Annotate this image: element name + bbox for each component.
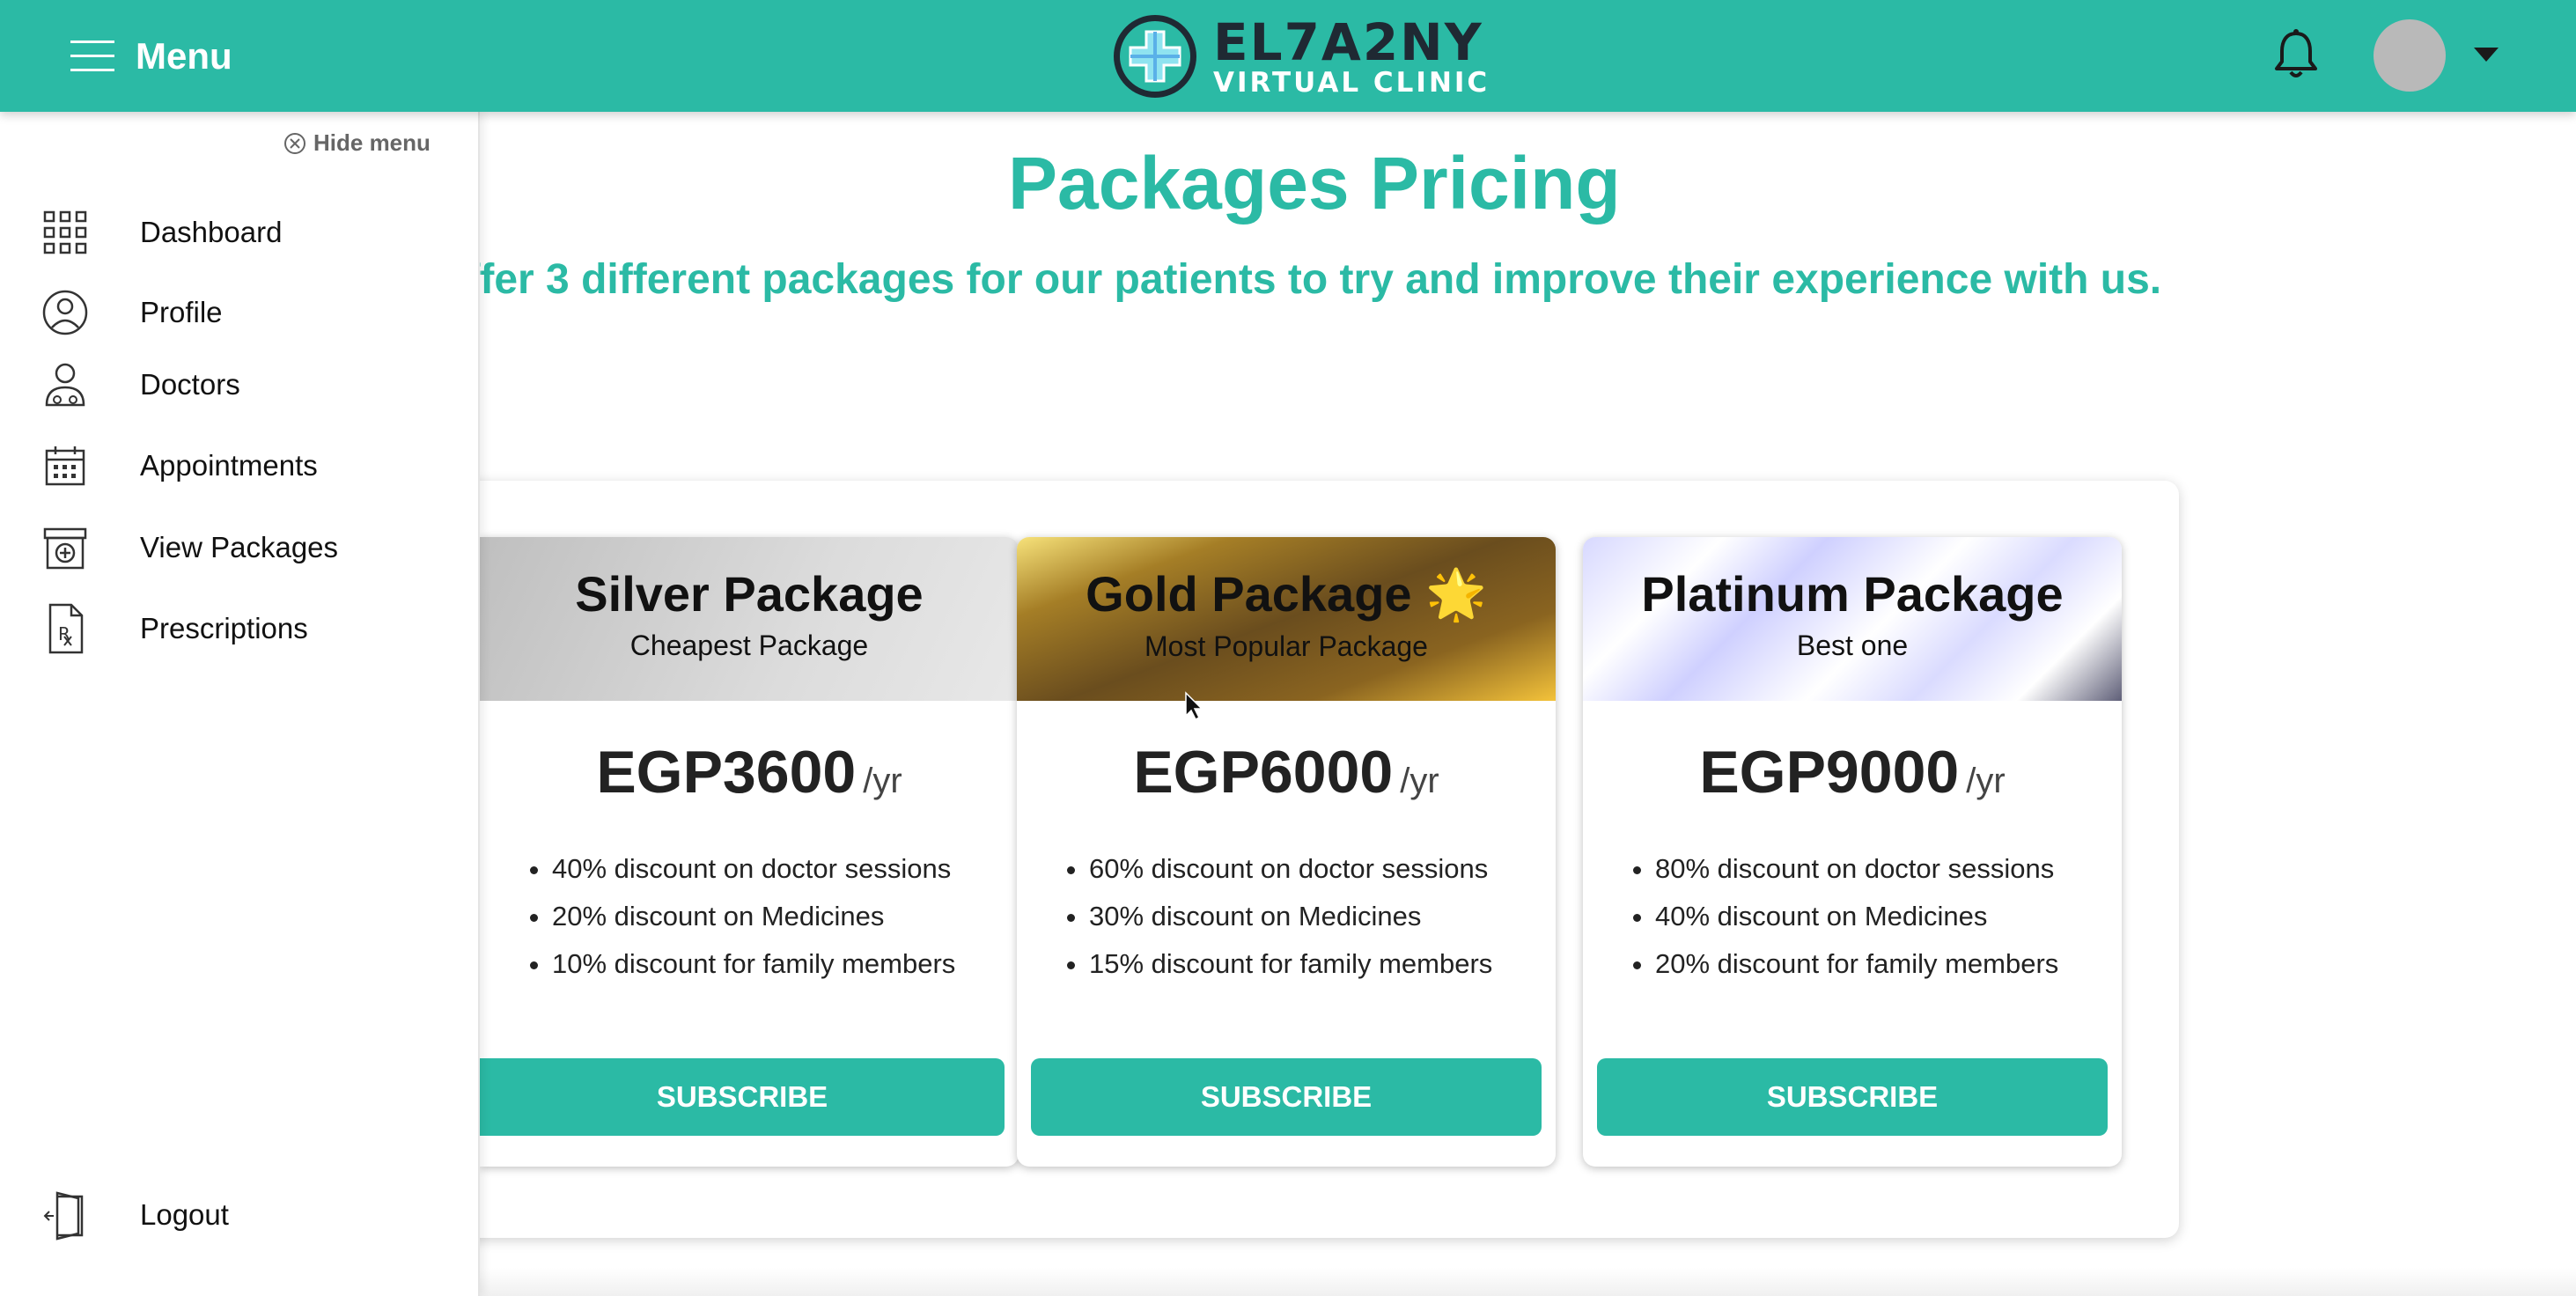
sidebar-item-appointments[interactable]: Appointments bbox=[39, 435, 318, 497]
package-header: Silver Package Cheapest Package bbox=[480, 537, 1019, 701]
price-amount: EGP6000 bbox=[1133, 739, 1394, 806]
package-name: Platinum Package bbox=[1641, 566, 2064, 622]
package-price: EGP9000/yr bbox=[1583, 738, 2122, 806]
feature-list: 60% discount on doctor sessions 30% disc… bbox=[1089, 845, 1556, 988]
bottom-edge bbox=[478, 1268, 2576, 1296]
bell-icon[interactable] bbox=[2271, 28, 2321, 81]
logo-title: EL7A2NY bbox=[1213, 11, 1483, 72]
sidebar-item-view-packages[interactable]: View Packages bbox=[39, 517, 338, 578]
page-title: Packages Pricing bbox=[1008, 142, 1621, 225]
feature-item: 40% discount on Medicines bbox=[1655, 893, 2122, 940]
price-amount: EGP9000 bbox=[1699, 739, 1960, 806]
sidebar-item-profile[interactable]: Profile bbox=[39, 282, 223, 343]
package-box-icon bbox=[39, 521, 92, 574]
feature-item: 20% discount for family members bbox=[1655, 940, 2122, 988]
sidebar-item-label: Doctors bbox=[140, 368, 240, 401]
package-card-silver: Silver Package Cheapest Package EGP3600/… bbox=[480, 537, 1019, 1167]
logout-button[interactable]: Logout bbox=[39, 1184, 229, 1246]
feature-list: 80% discount on doctor sessions 40% disc… bbox=[1655, 845, 2122, 988]
app-logo[interactable]: EL7A2NY VIRTUAL CLINIC bbox=[1111, 9, 1490, 104]
package-card-gold: Gold Package 🌟 Most Popular Package EGP6… bbox=[1017, 537, 1556, 1167]
sidebar-item-prescriptions[interactable]: R Prescriptions bbox=[39, 598, 308, 659]
package-tagline: Best one bbox=[1796, 630, 1909, 661]
hide-menu-label: Hide menu bbox=[313, 129, 431, 156]
subscribe-button[interactable]: SUBSCRIBE bbox=[1031, 1058, 1542, 1136]
logo-cross-icon bbox=[1114, 15, 1196, 98]
sidebar-item-label: Profile bbox=[140, 296, 223, 328]
sidebar-item-label: Prescriptions bbox=[140, 612, 308, 644]
sidebar-item-dashboard[interactable]: Dashboard bbox=[39, 202, 282, 263]
close-circle-icon bbox=[284, 132, 305, 154]
price-period: /yr bbox=[863, 762, 902, 800]
sidebar: Hide menu Dashboard Profile Doctors Appo… bbox=[0, 112, 480, 1296]
logout-door-icon bbox=[39, 1189, 92, 1241]
calendar-icon bbox=[39, 439, 92, 492]
sidebar-item-label: Dashboard bbox=[140, 216, 283, 248]
feature-list: 40% discount on doctor sessions 20% disc… bbox=[552, 845, 1019, 988]
package-name: Gold Package 🌟 bbox=[1086, 566, 1487, 622]
sidebar-item-doctors[interactable]: Doctors bbox=[39, 354, 240, 416]
menu-label: Menu bbox=[136, 35, 232, 77]
package-card-platinum: Platinum Package Best one EGP9000/yr 80%… bbox=[1583, 537, 2122, 1167]
package-name: Silver Package bbox=[575, 566, 924, 622]
feature-item: 60% discount on doctor sessions bbox=[1089, 845, 1556, 893]
package-tagline: Cheapest Package bbox=[629, 630, 869, 661]
menu-button[interactable]: Menu bbox=[70, 33, 232, 79]
price-period: /yr bbox=[1966, 762, 2006, 800]
prescription-icon: R bbox=[39, 602, 92, 655]
feature-item: 15% discount for family members bbox=[1089, 940, 1556, 988]
top-bar: Menu EL7A2NY VIRTUAL CLINIC bbox=[0, 0, 2576, 112]
feature-item: 30% discount on Medicines bbox=[1089, 893, 1556, 940]
price-period: /yr bbox=[1400, 762, 1439, 800]
package-header: Platinum Package Best one bbox=[1583, 537, 2122, 701]
logout-label: Logout bbox=[140, 1198, 229, 1231]
hide-menu-button[interactable]: Hide menu bbox=[283, 129, 431, 157]
sidebar-item-label: Appointments bbox=[140, 449, 318, 482]
package-price: EGP3600/yr bbox=[480, 738, 1019, 806]
user-circle-icon bbox=[39, 286, 92, 339]
sidebar-item-label: View Packages bbox=[140, 531, 339, 563]
feature-item: 20% discount on Medicines bbox=[552, 893, 1019, 940]
caret-down-icon[interactable] bbox=[2474, 48, 2499, 62]
package-tagline: Most Popular Package bbox=[1144, 630, 1428, 662]
mouse-cursor-icon bbox=[1185, 691, 1203, 721]
subscribe-button[interactable]: SUBSCRIBE bbox=[480, 1058, 1005, 1136]
package-header: Gold Package 🌟 Most Popular Package bbox=[1017, 537, 1556, 701]
avatar[interactable] bbox=[2374, 19, 2446, 92]
feature-item: 80% discount on doctor sessions bbox=[1655, 845, 2122, 893]
logo-subtitle: VIRTUAL CLINIC bbox=[1213, 66, 1490, 99]
feature-item: 10% discount for family members bbox=[552, 940, 1019, 988]
doctor-icon bbox=[39, 358, 92, 411]
grid-icon bbox=[39, 206, 92, 259]
package-price: EGP6000/yr bbox=[1017, 738, 1556, 806]
hamburger-icon bbox=[70, 40, 114, 71]
subscribe-button[interactable]: SUBSCRIBE bbox=[1597, 1058, 2108, 1136]
price-amount: EGP3600 bbox=[596, 739, 857, 806]
page-subtitle: e offer 3 different packages for our pat… bbox=[405, 256, 2162, 303]
feature-item: 40% discount on doctor sessions bbox=[552, 845, 1019, 893]
